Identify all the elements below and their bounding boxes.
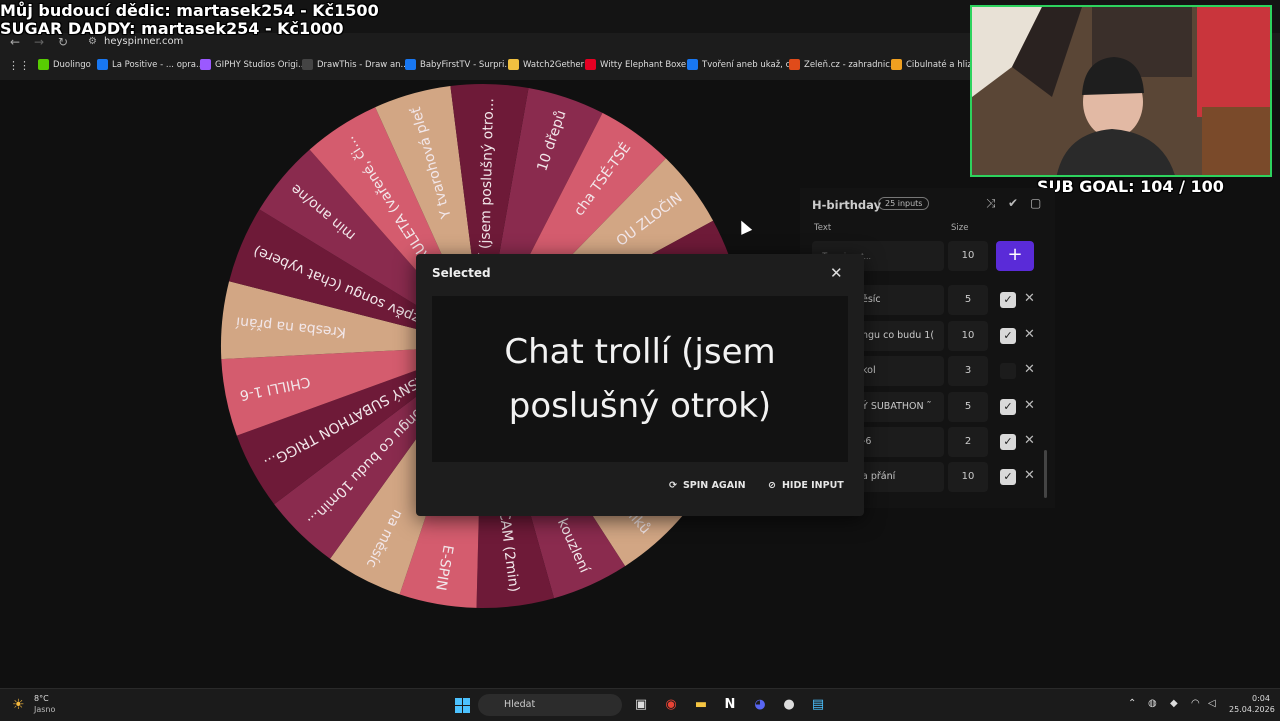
delete-icon[interactable]: ✕ <box>1024 362 1035 377</box>
panel-title: H-birthday <box>812 198 882 212</box>
discord-icon[interactable]: ◕ <box>751 696 769 714</box>
delete-icon[interactable]: ✕ <box>1024 327 1035 342</box>
taskbar-search[interactable]: Hledat <box>478 694 622 716</box>
bookmark-favicon-icon <box>38 59 49 70</box>
weather-description: Jasno <box>34 705 56 714</box>
delete-icon[interactable]: ✕ <box>1024 468 1035 483</box>
clock-time[interactable]: 0:04 <box>1252 694 1270 703</box>
bookmark-favicon-icon <box>585 59 596 70</box>
hide-input-label: HIDE INPUT <box>781 480 844 491</box>
checkbox-icon[interactable]: ✓ <box>1000 434 1016 450</box>
bookmark-item[interactable]: Tvoření aneb ukaž, c... <box>687 59 798 70</box>
bookmark-favicon-icon <box>508 59 519 70</box>
bookmark-favicon-icon <box>302 59 313 70</box>
add-input-button[interactable]: + <box>996 241 1034 271</box>
refresh-icon: ⟳ <box>669 480 677 491</box>
delete-icon[interactable]: ✕ <box>1024 398 1035 413</box>
apps-grid-icon[interactable]: ⋮⋮ <box>8 59 30 72</box>
shuffle-icon[interactable]: ⤨ <box>986 196 996 211</box>
column-header-text: Text <box>814 223 832 233</box>
webcam-overlay <box>970 5 1272 177</box>
input-row-size[interactable]: 5 <box>948 285 988 315</box>
sub-goal-overlay: SUB GOAL: 104 / 100 <box>1037 177 1224 196</box>
bookmark-item[interactable]: Watch2Gether <box>508 59 584 70</box>
inputs-count-badge: 25 inputs <box>878 197 930 210</box>
bookmark-favicon-icon <box>405 59 416 70</box>
checkbox-icon[interactable]: ✓ <box>1000 328 1016 344</box>
checkbox-icon[interactable]: ✓ <box>1000 469 1016 485</box>
tray-chevron-icon[interactable]: ⌃ <box>1128 698 1136 709</box>
taskbar: ☀ 8°C Jasno ⌕ Hledat ▣ ◉ ▬ N ◕ ● ▤ ⌃ ◍ ◆… <box>0 688 1280 721</box>
bookmark-item[interactable]: Zeleň.cz - zahradnic... <box>789 59 898 70</box>
hide-input-button[interactable]: ⊘ HIDE INPUT <box>768 480 844 491</box>
panel-scrollbar[interactable] <box>1044 450 1047 498</box>
task-view-icon[interactable]: ▣ <box>632 696 650 714</box>
spin-again-label: SPIN AGAIN <box>682 480 746 491</box>
checkbox-icon[interactable]: ✓ <box>1000 399 1016 415</box>
webcam-image <box>972 7 1270 175</box>
bookmark-favicon-icon <box>97 59 108 70</box>
file-explorer-icon[interactable]: ▬ <box>692 696 710 714</box>
selected-result-text: Chat trollí (jsem poslušný otrok) <box>504 332 776 426</box>
delete-icon[interactable]: ✕ <box>1024 291 1035 306</box>
close-icon[interactable]: ✕ <box>830 264 843 282</box>
bookmark-item[interactable]: Duolingo <box>38 59 91 70</box>
volume-icon[interactable]: ◁ <box>1208 698 1216 709</box>
bookmark-favicon-icon <box>687 59 698 70</box>
delete-icon[interactable]: ✕ <box>1024 433 1035 448</box>
clock-date[interactable]: 25.04.2026 <box>1229 705 1275 714</box>
wifi-icon[interactable]: ◠ <box>1191 698 1200 709</box>
tray-dropbox-icon[interactable]: ◆ <box>1170 698 1178 709</box>
donor-overlay-line: Můj budoucí dědic: martasek254 - Kč1500 <box>0 1 379 20</box>
tray-app-icon[interactable]: ◍ <box>1148 698 1157 709</box>
input-row-size[interactable]: 5 <box>948 392 988 422</box>
bookmark-item[interactable]: GIPHY Studios Origi... <box>200 59 306 70</box>
input-row-size[interactable]: 2 <box>948 427 988 457</box>
input-row-size[interactable]: 10 <box>948 321 988 351</box>
weather-temperature: 8°C <box>34 694 49 703</box>
checkbox-icon[interactable]: ✓ <box>1000 363 1016 379</box>
windows-start-icon[interactable] <box>455 698 470 713</box>
spin-again-button[interactable]: ⟳ SPIN AGAIN <box>669 480 746 491</box>
bookmark-favicon-icon <box>789 59 800 70</box>
selected-result-dialog: Selected ✕ Chat trollí (jsem poslušný ot… <box>416 254 864 516</box>
input-row-size[interactable]: 10 <box>948 462 988 492</box>
result-box: Chat trollí (jsem poslušný otrok) <box>432 296 848 462</box>
checkbox-icon[interactable]: ✓ <box>1000 292 1016 308</box>
input-row-size[interactable]: 3 <box>948 356 988 386</box>
check-all-icon[interactable]: ✔ <box>1008 196 1018 210</box>
bookmark-item[interactable]: La Positive - ... opra... <box>97 59 204 70</box>
bookmark-item[interactable]: BabyFirstTV - Surpri... <box>405 59 512 70</box>
bookmark-favicon-icon <box>891 59 902 70</box>
notepad-icon[interactable]: ▤ <box>809 696 827 714</box>
obs-icon[interactable]: ● <box>780 696 798 714</box>
dialog-title: Selected <box>432 266 491 280</box>
bookmark-favicon-icon <box>200 59 211 70</box>
eye-off-icon: ⊘ <box>768 480 776 491</box>
bookmark-item[interactable]: DrawThis - Draw an... <box>302 59 409 70</box>
column-header-size: Size <box>951 223 969 233</box>
bookmark-item[interactable]: Witty Elephant Boxe... <box>585 59 694 70</box>
chrome-icon[interactable]: ◉ <box>662 696 680 714</box>
notion-icon[interactable]: N <box>721 696 739 714</box>
donor-overlay-line: SUGAR DADDY: martasek254 - Kč1000 <box>0 19 344 38</box>
clipboard-icon[interactable]: ▢ <box>1030 196 1041 210</box>
weather-sun-icon[interactable]: ☀ <box>12 697 25 713</box>
new-input-size[interactable]: 10 <box>948 241 988 271</box>
